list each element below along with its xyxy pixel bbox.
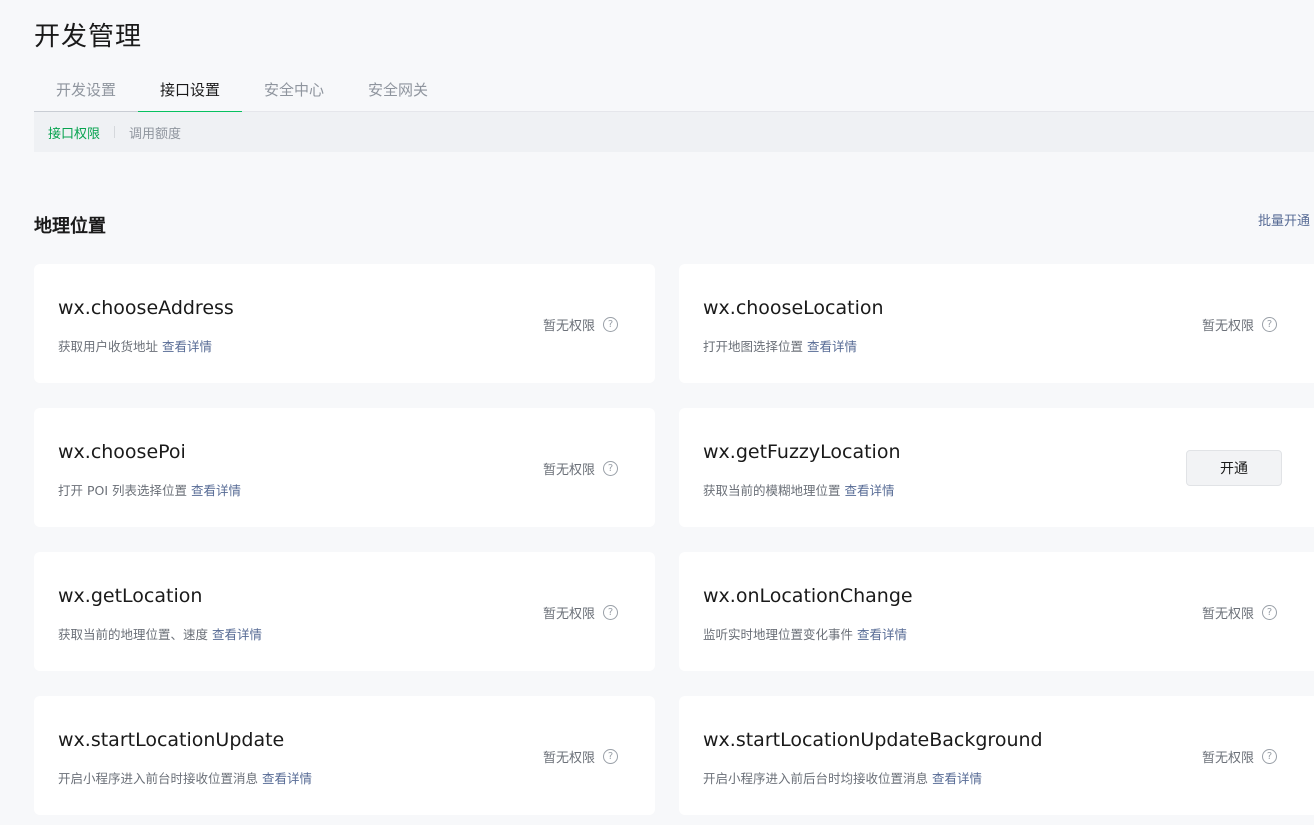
api-description: 打开 POI 列表选择位置 查看详情: [58, 480, 241, 499]
api-description-text: 打开地图选择位置: [703, 339, 804, 354]
api-card-get-location: wx.getLocation 获取当前的地理位置、速度 查看详情 暂无权限 ?: [34, 552, 655, 671]
view-details-link[interactable]: 查看详情: [807, 339, 857, 354]
api-card-on-location-change: wx.onLocationChange 监听实时地理位置变化事件 查看详情 暂无权…: [679, 552, 1314, 671]
permission-status: 暂无权限 ?: [1202, 747, 1278, 766]
api-description: 获取用户收货地址 查看详情: [58, 336, 212, 355]
api-description-text: 打开 POI 列表选择位置: [58, 483, 188, 498]
permission-status: 暂无权限 ?: [1202, 315, 1278, 334]
permission-status: 暂无权限 ?: [543, 747, 619, 766]
status-text: 暂无权限: [543, 319, 596, 334]
api-card-start-location-update: wx.startLocationUpdate 开启小程序进入前台时接收位置消息查…: [34, 696, 655, 815]
api-description-text: 获取当前的模糊地理位置: [703, 483, 841, 498]
question-circle-icon[interactable]: ?: [603, 317, 619, 332]
tab-security-center[interactable]: 安全中心: [242, 70, 346, 112]
api-card-choose-address: wx.chooseAddress 获取用户收货地址 查看详情 暂无权限 ?: [34, 264, 655, 383]
api-description: 开启小程序进入前台时接收位置消息 查看详情: [58, 768, 312, 787]
main-tabs: 开发设置 接口设置 安全中心 安全网关: [34, 70, 1314, 113]
api-name: wx.chooseLocation: [703, 297, 884, 319]
view-details-link[interactable]: 查看详情: [845, 483, 895, 498]
api-description-text: 开启小程序进入前后台时均接收位置消息: [703, 771, 929, 786]
api-name: wx.startLocationUpdate: [58, 729, 285, 751]
api-description: 打开地图选择位置 查看详情: [703, 336, 857, 355]
api-card-start-location-update-background: wx.startLocationUpdateBackground 开启小程序进入…: [679, 696, 1314, 815]
api-description-text: 开启小程序进入前台时接收位置消息: [58, 771, 259, 786]
api-name: wx.getLocation: [58, 585, 203, 607]
question-circle-icon[interactable]: ?: [1262, 317, 1278, 332]
question-circle-icon[interactable]: ?: [603, 605, 619, 620]
view-details-link[interactable]: 查看详情: [191, 483, 241, 498]
status-text: 暂无权限: [543, 607, 596, 622]
sub-tabs: 接口权限 调用额度: [34, 112, 1314, 152]
api-card-choose-location: wx.chooseLocation 打开地图选择位置 查看详情 暂无权限 ?: [679, 264, 1314, 383]
api-description-text: 监听实时地理位置变化事件: [703, 627, 854, 642]
api-name: wx.chooseAddress: [58, 297, 234, 319]
api-name: wx.getFuzzyLocation: [703, 441, 901, 463]
api-description: 获取当前的地理位置、速度 查看详情: [58, 624, 262, 643]
permission-status: 暂无权限 ?: [1202, 603, 1278, 622]
status-text: 暂无权限: [543, 751, 596, 766]
api-description: 监听实时地理位置变化事件 查看详情: [703, 624, 907, 643]
question-circle-icon[interactable]: ?: [1262, 605, 1278, 620]
permission-status: 暂无权限 ?: [543, 459, 619, 478]
question-circle-icon[interactable]: ?: [603, 749, 619, 764]
dev-management-page: 开发管理 开发设置 接口设置 安全中心 安全网关 接口权限 调用额度 地理位置 …: [0, 0, 1314, 825]
section-title: 地理位置: [34, 216, 106, 237]
subtab-api-permissions[interactable]: 接口权限: [48, 123, 100, 142]
status-text: 暂无权限: [1202, 751, 1255, 766]
enable-button[interactable]: 开通: [1186, 450, 1282, 486]
status-text: 暂无权限: [1202, 319, 1255, 334]
page-title: 开发管理: [34, 22, 143, 52]
api-name: wx.choosePoi: [58, 441, 186, 463]
permission-status: 暂无权限 ?: [543, 603, 619, 622]
api-description: 开启小程序进入前后台时均接收位置消息 查看详情: [703, 768, 982, 787]
view-details-link[interactable]: 查看详情: [162, 339, 212, 354]
subtab-divider: [114, 126, 116, 138]
status-text: 暂无权限: [543, 463, 596, 478]
permission-status: 暂无权限 ?: [543, 315, 619, 334]
api-name: wx.onLocationChange: [703, 585, 913, 607]
status-text: 暂无权限: [1202, 607, 1255, 622]
api-card-get-fuzzy-location: wx.getFuzzyLocation 获取当前的模糊地理位置 查看详情 开通: [679, 408, 1314, 527]
view-details-link[interactable]: 查看详情: [932, 771, 982, 786]
bulk-open-link[interactable]: 批量开通: [1258, 210, 1314, 229]
api-name: wx.startLocationUpdateBackground: [703, 729, 1043, 751]
tab-dev-settings[interactable]: 开发设置: [34, 70, 138, 113]
api-description-text: 获取当前的地理位置、速度: [58, 627, 209, 642]
view-details-link[interactable]: 查看详情: [857, 627, 907, 642]
subtab-call-quota[interactable]: 调用额度: [129, 123, 181, 142]
api-description-text: 获取用户收货地址: [58, 339, 159, 354]
view-details-link[interactable]: 查看详情: [212, 627, 262, 642]
question-circle-icon[interactable]: ?: [603, 461, 619, 476]
question-circle-icon[interactable]: ?: [1262, 749, 1278, 764]
api-card-choose-poi: wx.choosePoi 打开 POI 列表选择位置 查看详情 暂无权限 ?: [34, 408, 655, 527]
api-description: 获取当前的模糊地理位置 查看详情: [703, 480, 895, 499]
tab-api-settings[interactable]: 接口设置: [138, 70, 242, 113]
tab-security-gateway[interactable]: 安全网关: [346, 70, 450, 112]
view-details-link[interactable]: 查看详情: [262, 771, 312, 786]
